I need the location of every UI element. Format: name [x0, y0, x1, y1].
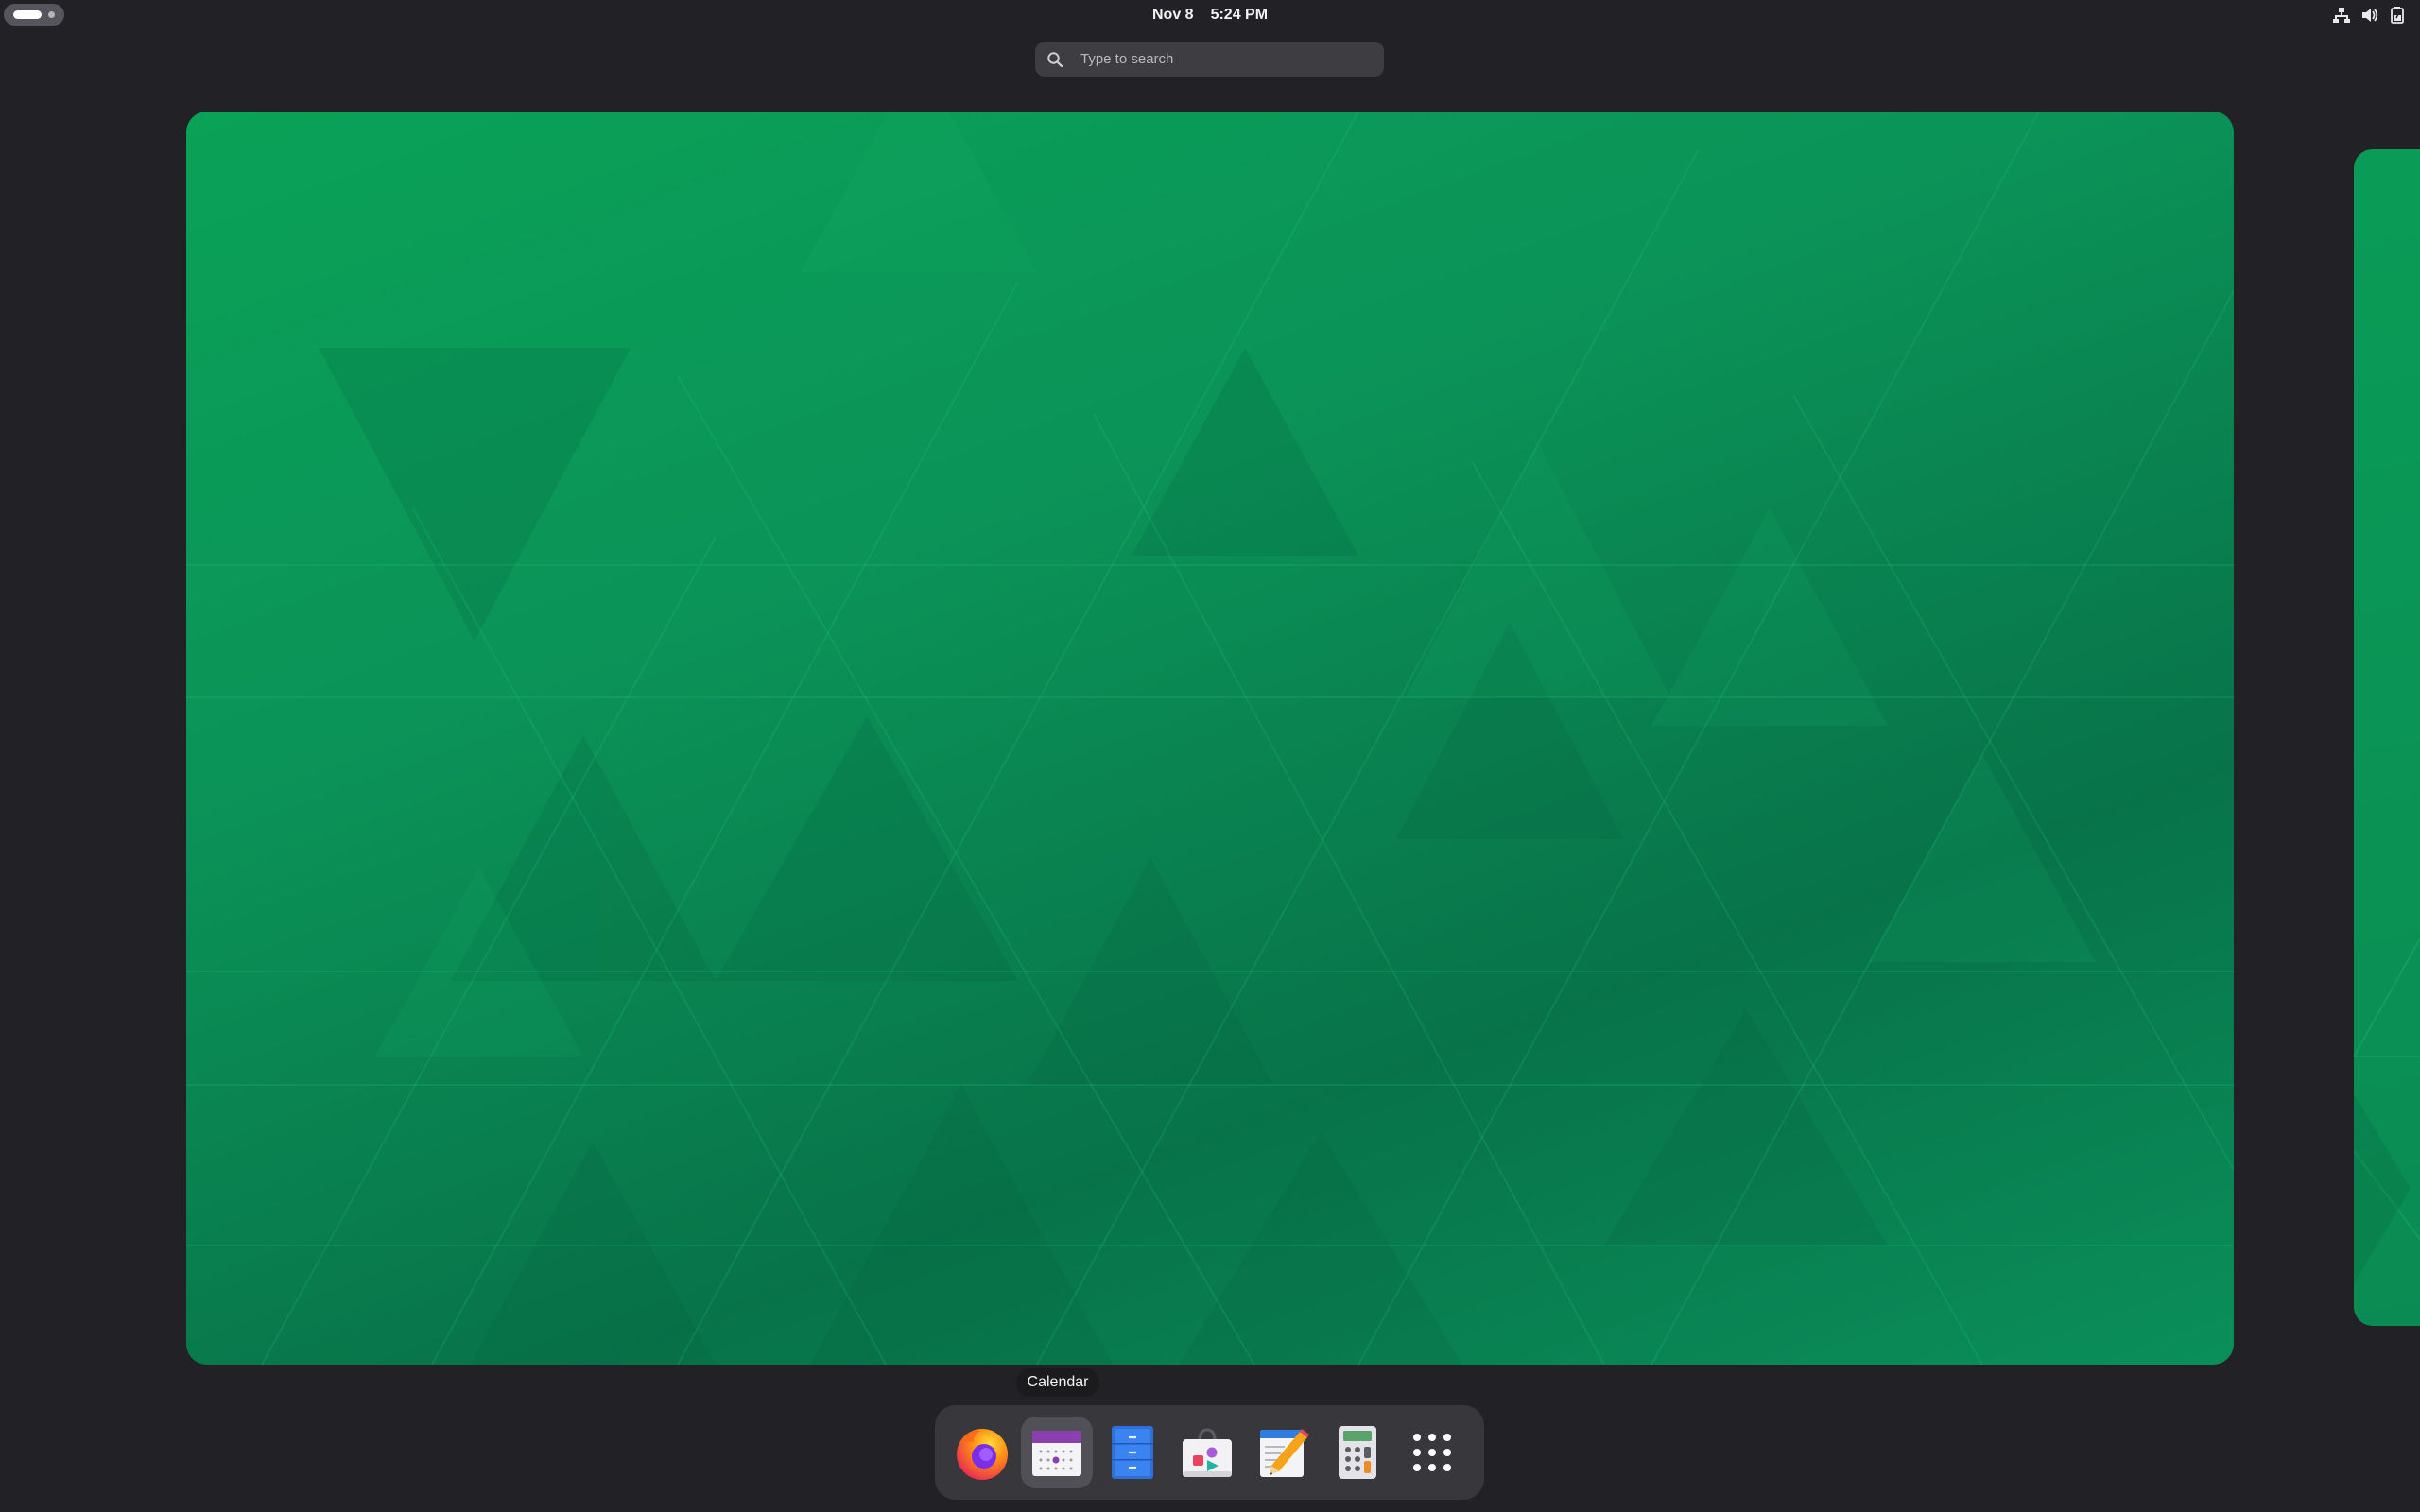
search-icon [1047, 52, 1063, 68]
search-bar[interactable] [1035, 42, 1384, 77]
software-icon [1183, 1428, 1232, 1477]
firefox-icon [957, 1429, 1008, 1480]
search-input[interactable] [1071, 42, 1374, 77]
network-icon[interactable] [2332, 6, 2351, 25]
workspace-indicator-active [13, 10, 42, 19]
workspace-indicator-inactive [48, 11, 55, 18]
clock-time: 5:24 PM [1210, 6, 1269, 23]
dash-item-software[interactable] [1171, 1417, 1243, 1488]
files-icon [1112, 1426, 1153, 1479]
activities-button[interactable] [4, 4, 64, 26]
dash [935, 1405, 1484, 1500]
dash-item-files[interactable] [1097, 1417, 1168, 1488]
dash-item-calendar[interactable] [1021, 1417, 1093, 1488]
workspace-thumbnail-main[interactable] [186, 112, 2234, 1365]
top-bar: Nov 8 5:24 PM [0, 0, 2420, 29]
wallpaper-pattern [186, 112, 2234, 1365]
clock-button[interactable]: Nov 8 5:24 PM [1151, 3, 1269, 26]
text-editor-icon [1260, 1429, 1309, 1477]
calculator-icon [1339, 1426, 1376, 1479]
dash-item-calculator[interactable] [1322, 1417, 1393, 1488]
dash-tooltip: Calendar [1016, 1368, 1099, 1397]
wallpaper-pattern-side [2354, 936, 2420, 1283]
app-grid-icon [1413, 1434, 1451, 1471]
volume-icon[interactable] [2360, 6, 2379, 25]
clock-date: Nov 8 [1151, 6, 1194, 23]
calendar-icon [1032, 1431, 1081, 1476]
battery-icon[interactable] [2388, 6, 2407, 25]
workspace-thumbnail-side[interactable] [2354, 149, 2420, 1326]
dash-item-show-apps[interactable] [1396, 1417, 1468, 1488]
dash-item-text-editor[interactable] [1247, 1417, 1319, 1488]
dash-item-firefox[interactable] [946, 1417, 1018, 1488]
